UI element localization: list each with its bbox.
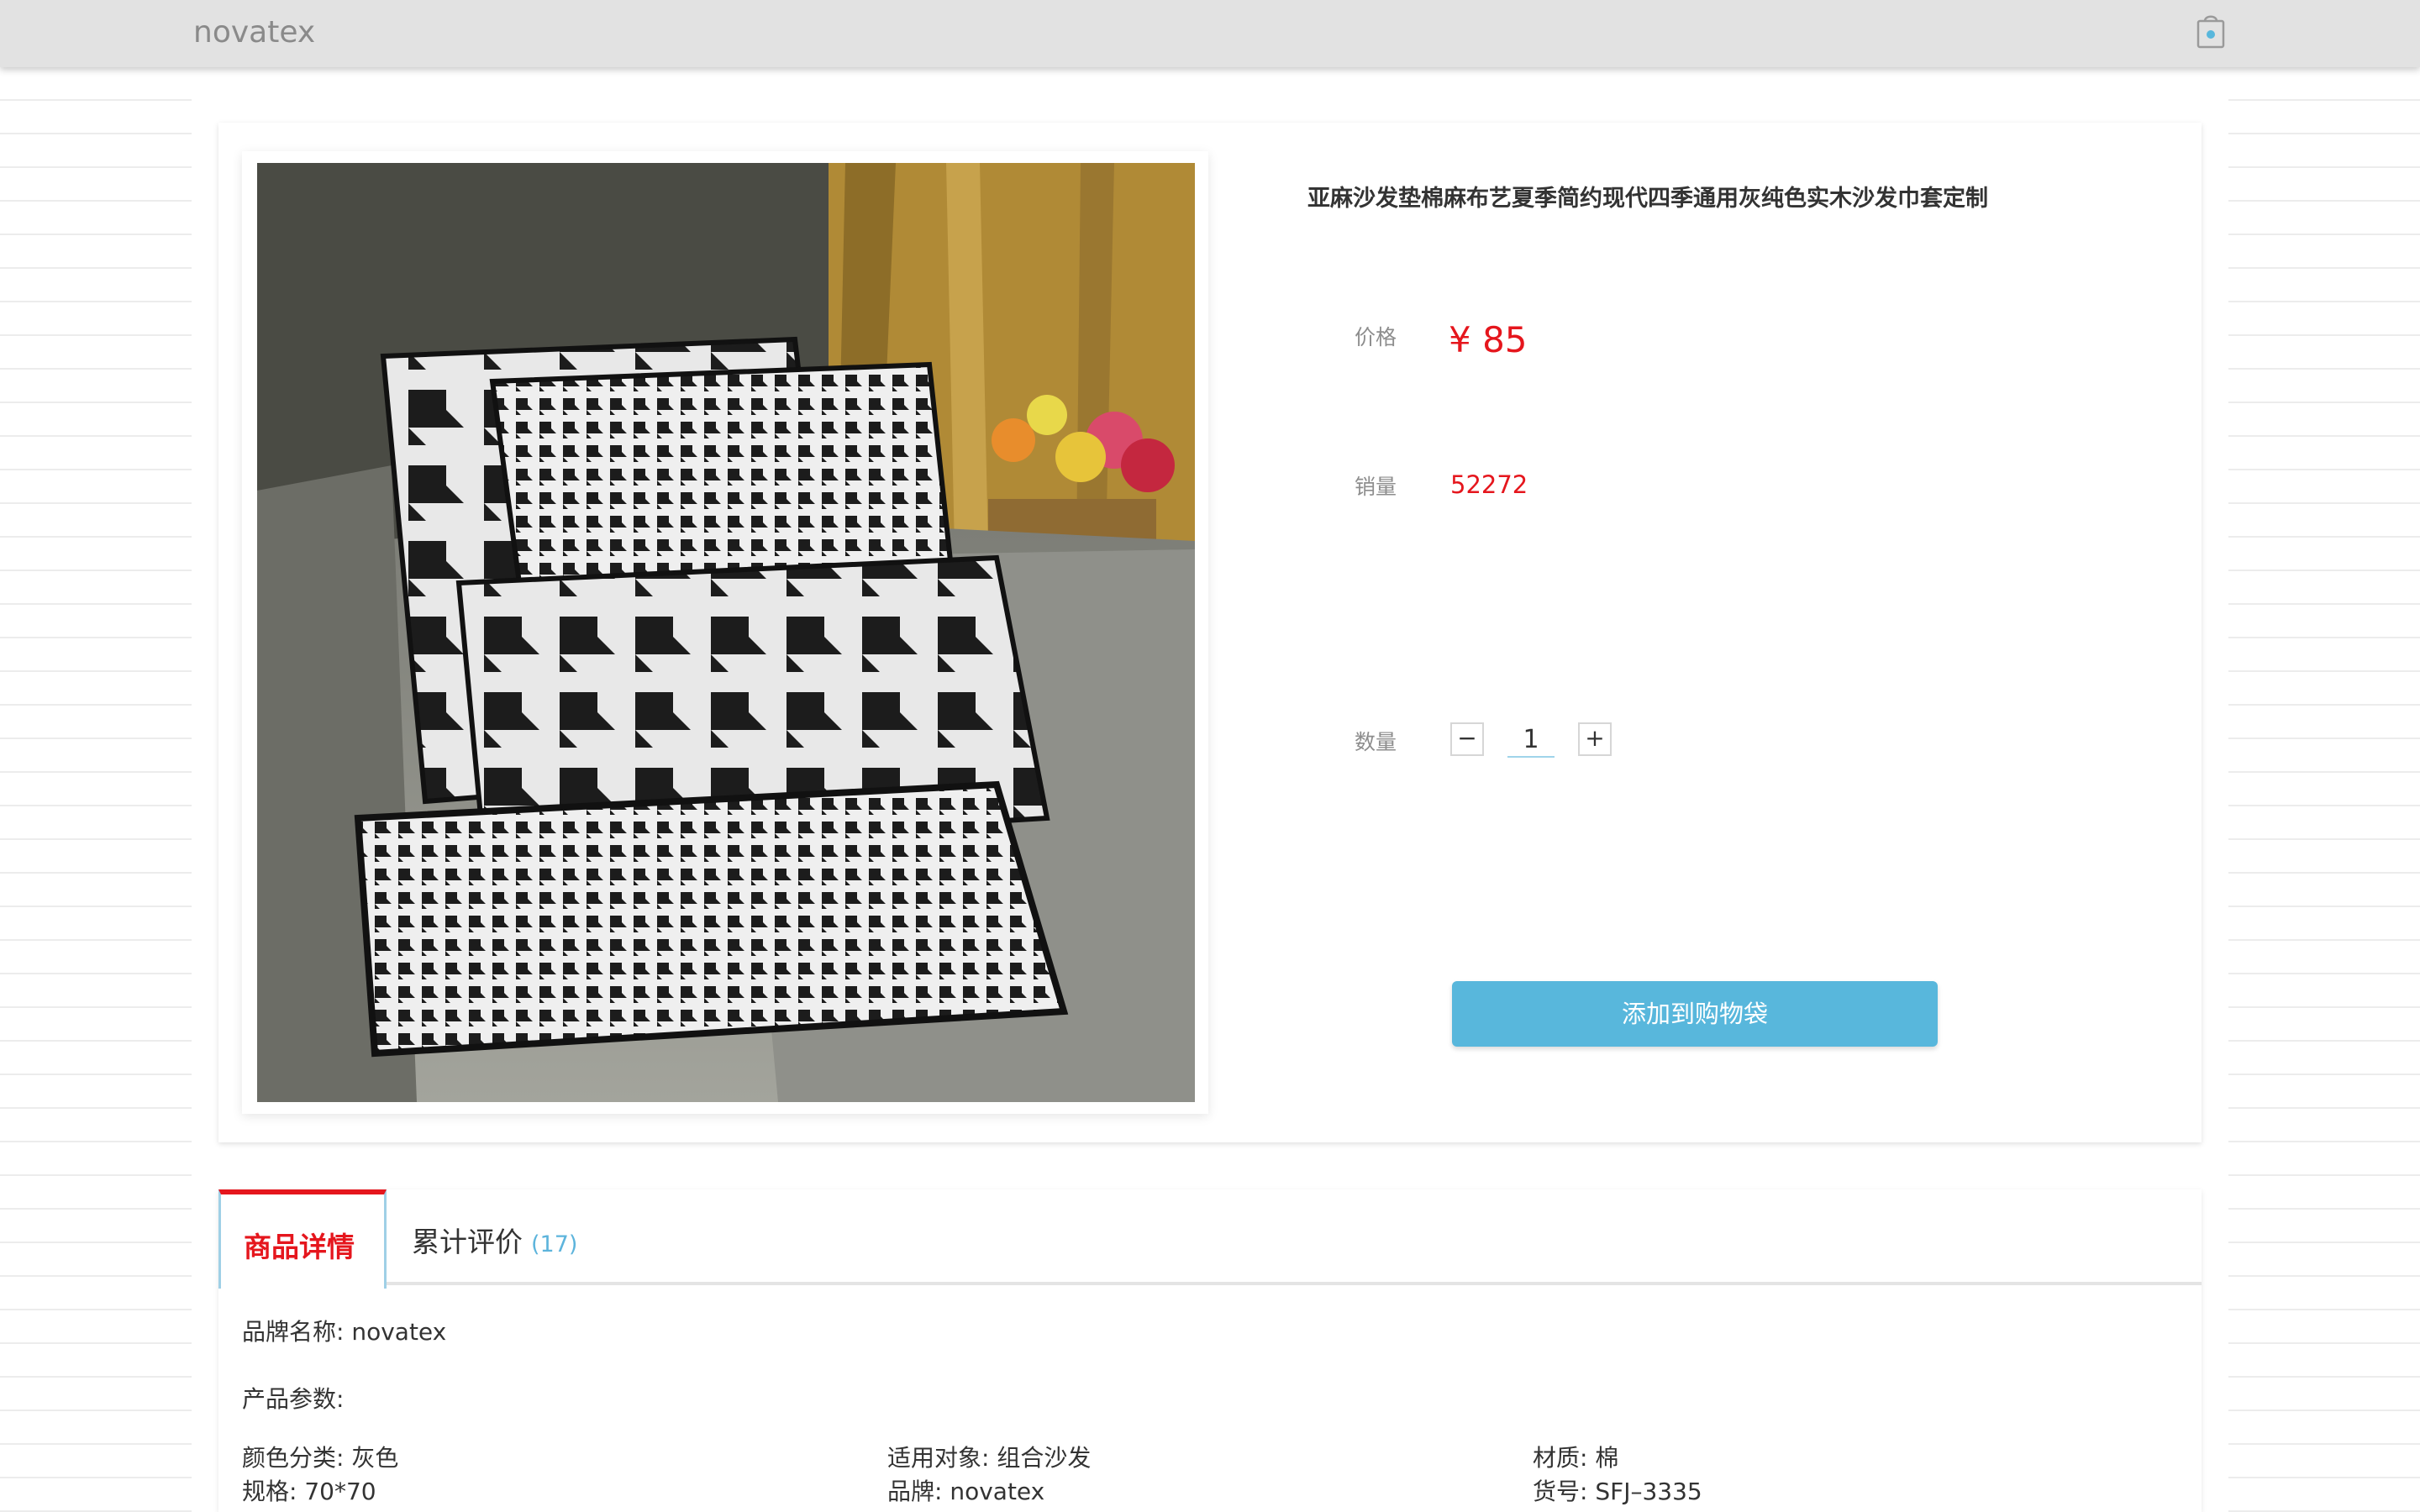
review-count-badge: (17)	[531, 1231, 578, 1257]
price-label: 价格	[1355, 325, 1397, 349]
quantity-label: 数量	[1355, 730, 1397, 754]
spec-item: 货号: SFJ–3335	[1533, 1478, 1702, 1505]
tab-product-details[interactable]: 商品详情	[218, 1189, 387, 1289]
spec-item: 适用对象: 组合沙发	[887, 1444, 1092, 1472]
spec-item: 材质: 棉	[1533, 1444, 1619, 1472]
sales-label: 销量	[1355, 475, 1397, 499]
spec-item: 品牌: novatex	[887, 1478, 1045, 1505]
quantity-decrease-button[interactable]: −	[1450, 722, 1484, 756]
brand-name-line: 品牌名称: novatex	[242, 1318, 447, 1346]
add-to-bag-button[interactable]: 添加到购物袋	[1452, 981, 1938, 1047]
spec-item: 颜色分类: 灰色	[242, 1444, 399, 1472]
quantity-increase-button[interactable]: +	[1578, 722, 1612, 756]
sales-value: 52272	[1450, 470, 1528, 499]
price-value: ¥ 85	[1449, 319, 1528, 360]
tab-reviews[interactable]: 累计评价 (17)	[412, 1220, 577, 1260]
tab-reviews-label: 累计评价	[412, 1226, 523, 1258]
tab-product-details-label: 商品详情	[244, 1231, 355, 1263]
quantity-input[interactable]	[1507, 722, 1555, 758]
shopping-bag-icon[interactable]	[2196, 13, 2226, 49]
top-navigation-bar: novatex	[0, 0, 2420, 67]
product-title: 亚麻沙发垫棉麻布艺夏季简约现代四季通用灰纯色实木沙发巾套定制	[1307, 186, 1988, 212]
product-params-title: 产品参数:	[242, 1385, 345, 1413]
brand-logo[interactable]: novatex	[193, 15, 315, 50]
product-image	[257, 163, 1195, 1102]
spec-item: 规格: 70*70	[242, 1478, 376, 1505]
